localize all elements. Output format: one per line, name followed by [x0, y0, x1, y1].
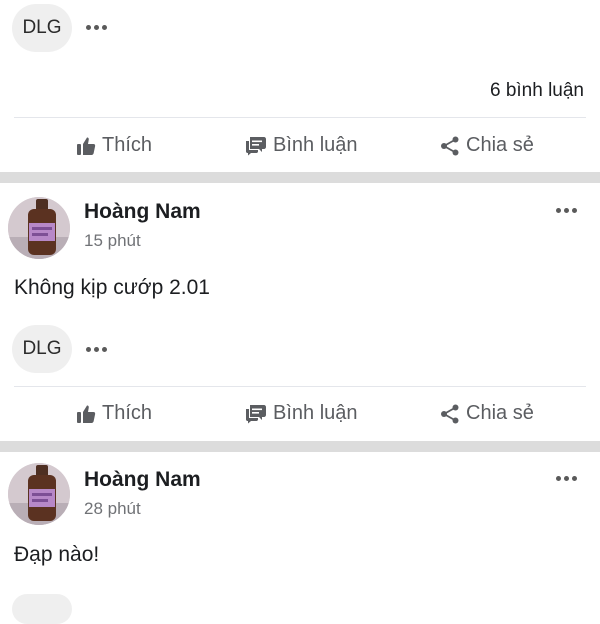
thumbs-up-icon [77, 405, 96, 423]
like-button[interactable]: Thích [76, 134, 152, 157]
comment-bubble-icon [246, 136, 266, 155]
comments-count[interactable]: 6 bình luận [490, 80, 584, 102]
share-icon [441, 404, 459, 423]
divider [14, 117, 586, 118]
comment-label: Bình luận [273, 402, 358, 424]
share-button[interactable]: Chia sẻ [440, 134, 534, 157]
post-card-1: DLG 6 bình luận Thích Bình luận Chia sẻ [0, 0, 600, 172]
like-button[interactable]: Thích [76, 402, 152, 425]
divider [14, 386, 586, 387]
post-text: Đạp nào! [14, 543, 100, 566]
reaction-chip-partial[interactable] [12, 594, 72, 624]
reaction-chip-label: DLG [22, 338, 62, 359]
post-separator [0, 441, 600, 452]
avatar[interactable] [8, 197, 70, 259]
post-text: Không kịp cướp 2.01 [14, 276, 210, 299]
post-time[interactable]: 28 phút [84, 499, 141, 519]
post-card-3: Hoàng Nam 28 phút Đạp nào! [0, 452, 600, 624]
reaction-chip[interactable]: DLG [12, 325, 72, 373]
more-horizontal-icon[interactable] [556, 476, 577, 481]
avatar[interactable] [8, 463, 70, 525]
share-icon [441, 136, 459, 155]
author-name[interactable]: Hoàng Nam [84, 200, 201, 224]
comment-button[interactable]: Bình luận [245, 134, 358, 157]
post-separator [0, 172, 600, 183]
like-label: Thích [102, 402, 153, 424]
share-label: Chia sẻ [466, 402, 534, 424]
comment-label: Bình luận [273, 134, 358, 156]
more-horizontal-icon[interactable] [86, 347, 107, 352]
reaction-chip[interactable]: DLG [12, 4, 72, 52]
author-name[interactable]: Hoàng Nam [84, 468, 201, 492]
share-label: Chia sẻ [466, 134, 534, 156]
thumbs-up-icon [77, 137, 96, 155]
comment-button[interactable]: Bình luận [245, 402, 358, 425]
post-card-2: Hoàng Nam 15 phút Không kịp cướp 2.01 DL… [0, 183, 600, 441]
comment-bubble-icon [246, 404, 266, 423]
share-button[interactable]: Chia sẻ [440, 402, 534, 425]
post-time[interactable]: 15 phút [84, 231, 141, 251]
more-horizontal-icon[interactable] [86, 25, 107, 30]
like-label: Thích [102, 134, 153, 156]
reaction-chip-label: DLG [22, 17, 62, 38]
more-horizontal-icon[interactable] [556, 208, 577, 213]
